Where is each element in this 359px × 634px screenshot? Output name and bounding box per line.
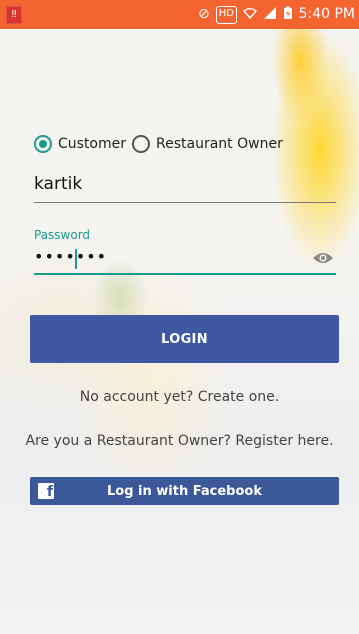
username-input[interactable]: [34, 174, 336, 194]
register-owner-link[interactable]: Are you a Restaurant Owner? Register her…: [0, 433, 359, 449]
facebook-icon: f: [38, 483, 54, 499]
password-input[interactable]: [34, 247, 294, 266]
facebook-login-label: Log in with Facebook: [107, 483, 262, 499]
login-button[interactable]: LOGIN: [30, 315, 339, 363]
radio-restaurant-owner-label[interactable]: Restaurant Owner: [156, 136, 283, 152]
login-form: Customer Restaurant Owner Password LOGIN…: [0, 29, 359, 634]
wifi-icon: [243, 6, 257, 24]
radio-customer[interactable]: [34, 135, 52, 153]
facebook-login-button[interactable]: f Log in with Facebook: [30, 477, 339, 505]
create-account-link[interactable]: No account yet? Create one.: [0, 389, 359, 405]
password-field: [34, 247, 336, 275]
battery-icon: [283, 6, 293, 24]
radio-restaurant-owner[interactable]: [132, 135, 151, 153]
eye-icon[interactable]: [312, 250, 334, 264]
status-bar: ‼ ⊘ HD 5:40 PM: [0, 0, 359, 29]
role-selector: Customer Restaurant Owner: [34, 133, 289, 155]
username-field: [34, 174, 336, 203]
password-label: Password: [34, 228, 91, 242]
hd-icon: HD: [215, 6, 237, 24]
app-notification-icon: ‼: [6, 6, 22, 24]
signal-icon: [263, 6, 277, 24]
mute-icon: ⊘: [198, 6, 210, 22]
radio-customer-label[interactable]: Customer: [58, 136, 126, 152]
status-time: 5:40 PM: [298, 6, 355, 22]
status-icons: ⊘ HD: [198, 6, 293, 24]
text-cursor: [75, 249, 77, 269]
